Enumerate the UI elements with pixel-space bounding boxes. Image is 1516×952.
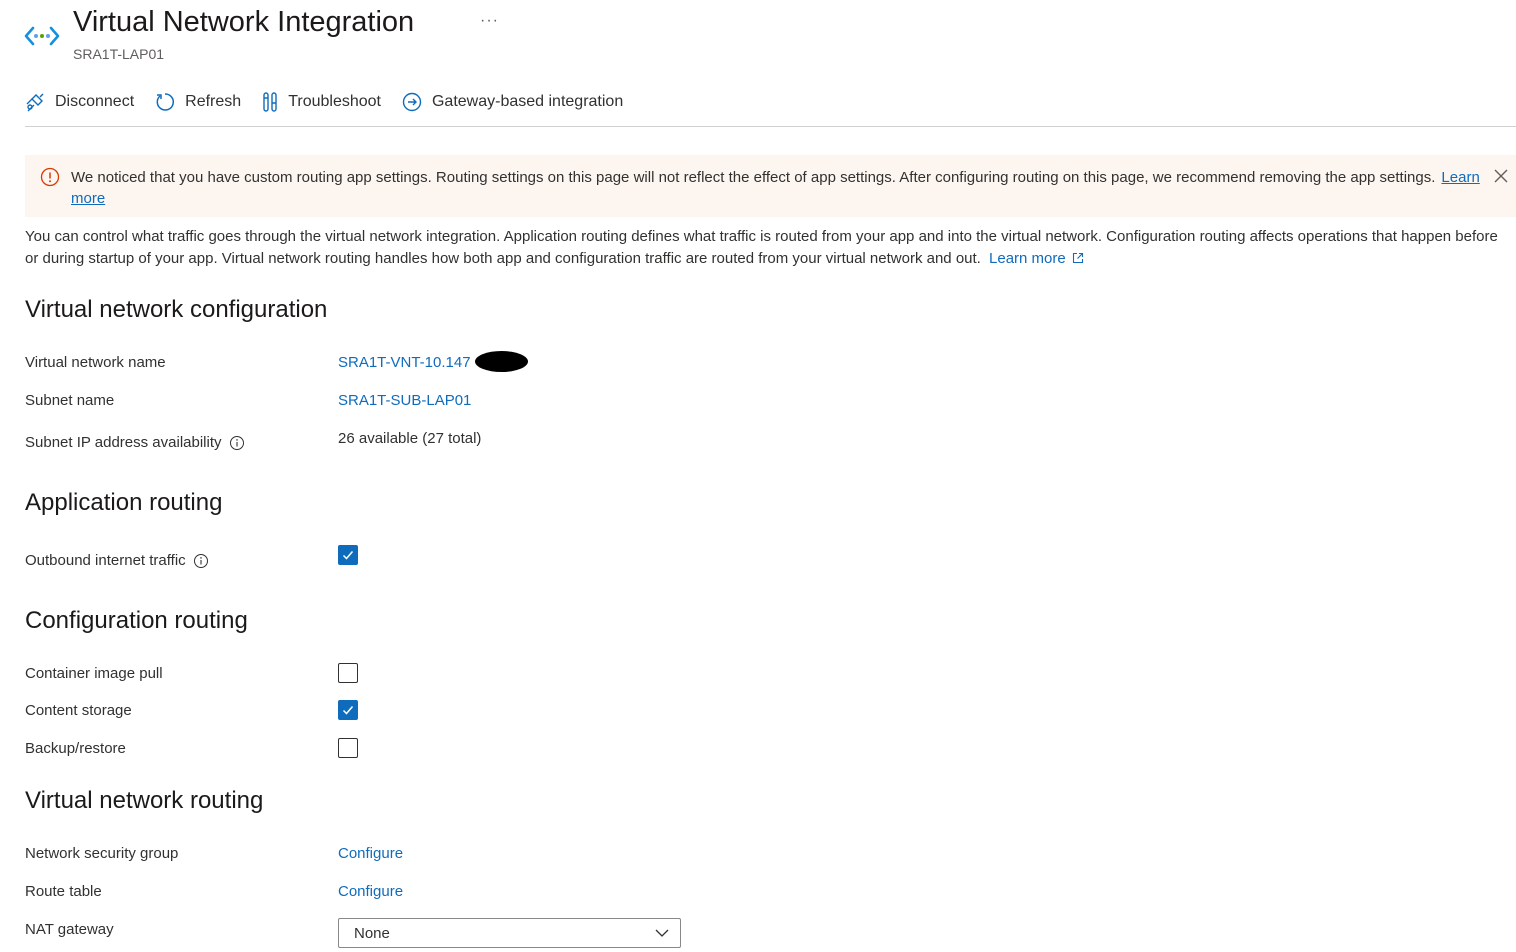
gateway-integration-label: Gateway-based integration <box>431 93 624 110</box>
backup-restore-checkbox[interactable] <box>338 738 358 758</box>
description-text: You can control what traffic goes throug… <box>25 228 1498 267</box>
route-table-label: Route table <box>25 883 102 900</box>
subnet-ip-availability-label: Subnet IP address availability <box>25 434 245 451</box>
gateway-integration-button[interactable]: Gateway-based integration <box>401 91 623 113</box>
nat-gateway-dropdown[interactable]: None <box>338 918 681 948</box>
toolbar-divider <box>25 126 1516 127</box>
arrow-circle-right-icon <box>402 92 422 112</box>
page-description: You can control what traffic goes throug… <box>25 226 1513 270</box>
warning-info-icon <box>40 167 60 192</box>
subnet-name-link[interactable]: SRA1T-SUB-LAP01 <box>338 392 471 409</box>
outbound-traffic-checkbox[interactable] <box>338 545 358 565</box>
warning-message: We noticed that you have custom routing … <box>71 167 1481 209</box>
refresh-icon <box>156 93 175 111</box>
container-image-pull-label: Container image pull <box>25 665 163 682</box>
vnet-name-label: Virtual network name <box>25 354 166 371</box>
content-storage-checkbox[interactable] <box>338 700 358 720</box>
external-link-icon <box>1072 252 1083 264</box>
refresh-label: Refresh <box>185 93 242 110</box>
outbound-traffic-label: Outbound internet traffic <box>25 552 209 569</box>
vnet-logo-icon <box>24 24 60 53</box>
nat-gateway-label: NAT gateway <box>25 921 114 938</box>
outbound-traffic-label-text: Outbound internet traffic <box>25 552 186 569</box>
subnet-name-label: Subnet name <box>25 392 115 409</box>
command-bar: Disconnect Refresh Troubleshoot Gateway-… <box>24 86 643 118</box>
subnet-ip-label-text: Subnet IP address availability <box>25 434 222 451</box>
description-learn-more-link[interactable]: Learn more <box>989 250 1066 267</box>
vnet-name-link[interactable]: SRA1T-VNT-10.147 <box>338 354 471 371</box>
subnet-ip-availability-value: 26 available (27 total) <box>338 430 482 447</box>
route-table-configure-link[interactable]: Configure <box>338 883 403 900</box>
plug-disconnect-icon <box>26 93 44 112</box>
disconnect-button[interactable]: Disconnect <box>24 91 134 113</box>
troubleshoot-button[interactable]: Troubleshoot <box>261 91 381 113</box>
more-actions-icon[interactable]: ··· <box>480 12 499 30</box>
vnet-config-heading: Virtual network configuration <box>25 296 328 323</box>
checkmark-icon <box>342 706 354 715</box>
refresh-button[interactable]: Refresh <box>154 91 241 113</box>
checkmark-icon <box>342 551 354 560</box>
vnet-routing-heading: Virtual network routing <box>25 787 264 814</box>
config-routing-heading: Configuration routing <box>25 607 248 634</box>
info-icon[interactable] <box>229 435 245 451</box>
disconnect-label: Disconnect <box>55 93 135 110</box>
app-routing-heading: Application routing <box>25 489 223 516</box>
close-icon[interactable] <box>1493 168 1509 189</box>
page-title: Virtual Network Integration <box>73 6 415 38</box>
nsg-label: Network security group <box>25 845 179 862</box>
info-icon[interactable] <box>193 553 209 569</box>
chevron-down-icon <box>655 929 669 937</box>
backup-restore-label: Backup/restore <box>25 740 126 757</box>
troubleshoot-wrench-icon <box>263 92 277 112</box>
troubleshoot-label: Troubleshoot <box>288 93 381 110</box>
container-image-pull-checkbox[interactable] <box>338 663 358 683</box>
content-storage-label: Content storage <box>25 702 132 719</box>
nsg-configure-link[interactable]: Configure <box>338 845 403 862</box>
nat-gateway-selected-value: None <box>354 924 390 942</box>
warning-text: We noticed that you have custom routing … <box>71 169 1436 186</box>
redaction-mark <box>475 351 528 372</box>
resource-name: SRA1T-LAP01 <box>73 46 165 62</box>
